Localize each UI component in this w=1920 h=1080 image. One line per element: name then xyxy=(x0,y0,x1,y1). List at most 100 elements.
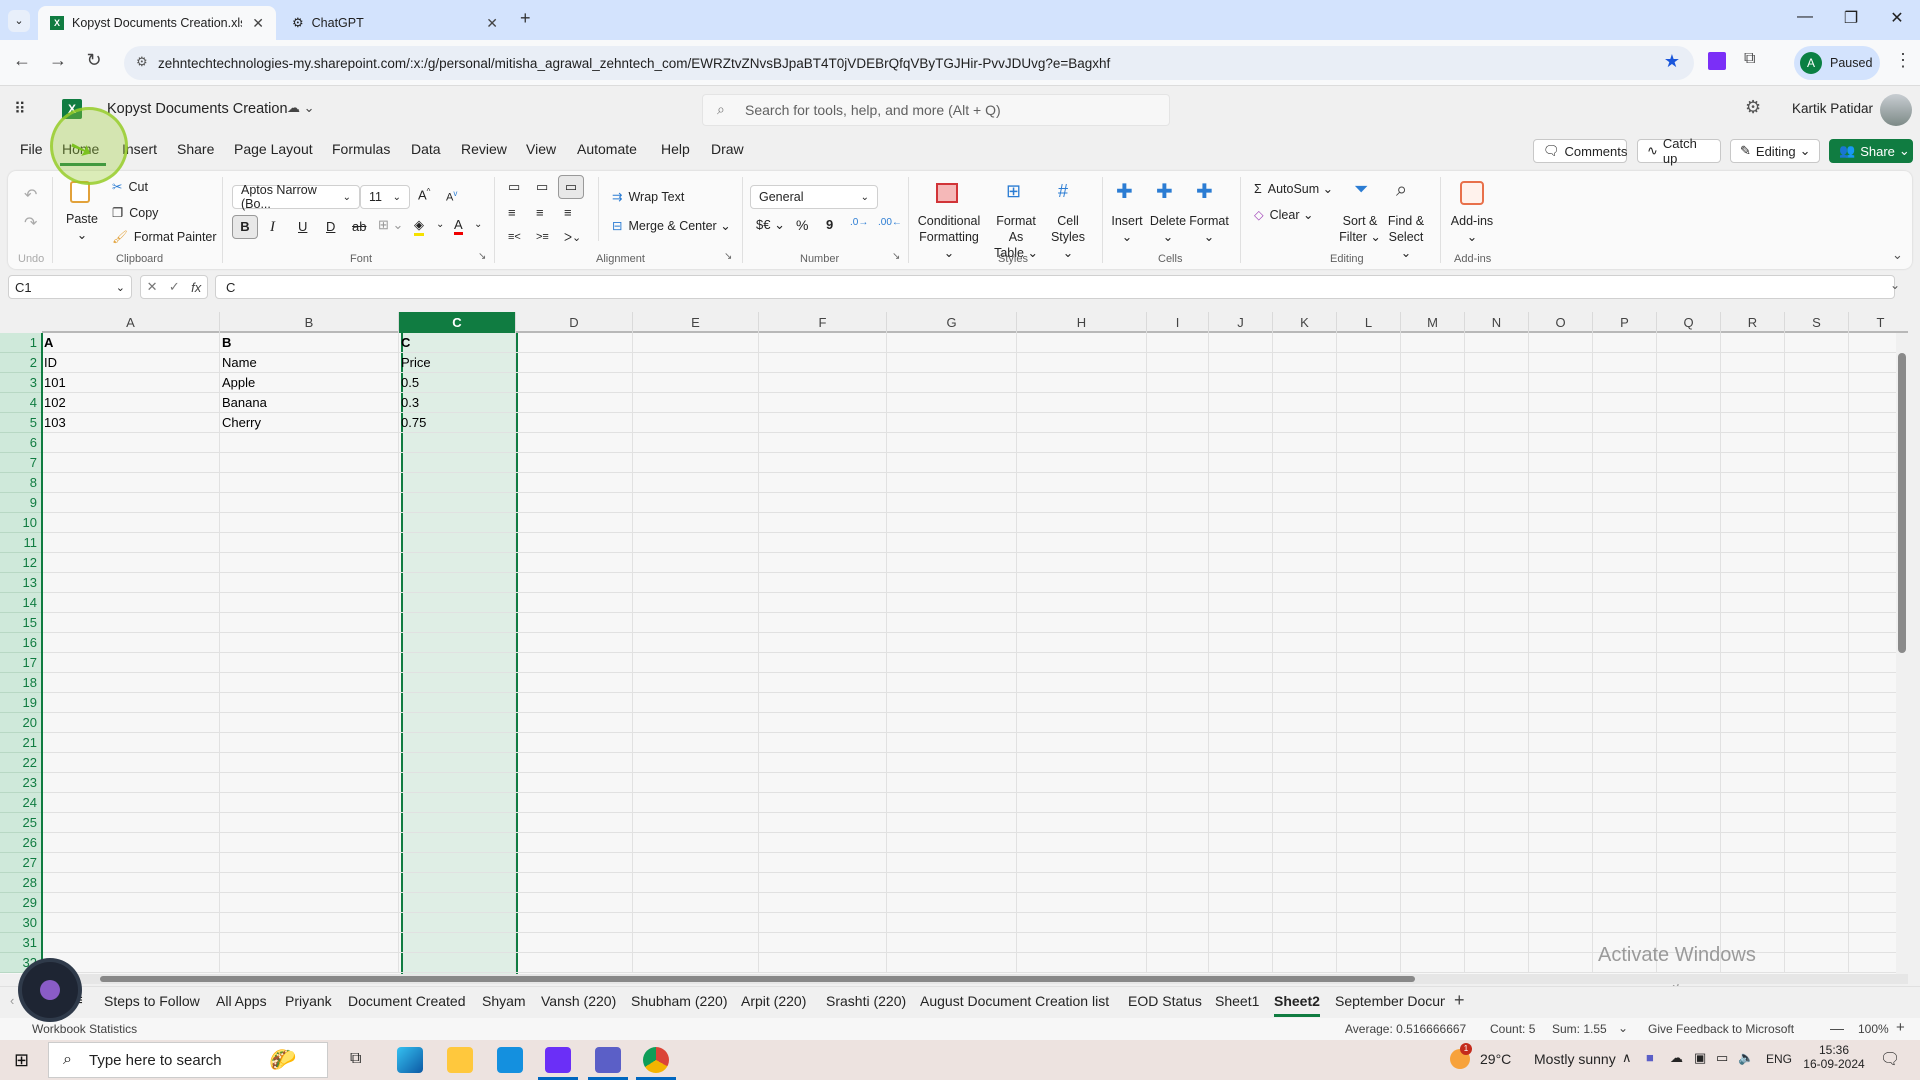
cell-f26[interactable] xyxy=(759,833,887,853)
cell-k20[interactable] xyxy=(1273,713,1337,733)
format-cells-icon[interactable]: ✚ xyxy=(1196,179,1213,204)
cell-l19[interactable] xyxy=(1337,693,1401,713)
cell-l16[interactable] xyxy=(1337,633,1401,653)
cell-m8[interactable] xyxy=(1401,473,1465,493)
expand-formula-bar-icon[interactable]: ⌄ xyxy=(1890,278,1900,292)
cell-i8[interactable] xyxy=(1147,473,1209,493)
clock[interactable]: 15:36 16-09-2024 xyxy=(1802,1043,1866,1071)
cell-b14[interactable] xyxy=(220,593,399,613)
merge-center-button[interactable]: ⊟ Merge & Center ⌄ xyxy=(612,218,731,233)
cell-j10[interactable] xyxy=(1209,513,1273,533)
cell-i9[interactable] xyxy=(1147,493,1209,513)
cell-r27[interactable] xyxy=(1721,853,1785,873)
cell-l24[interactable] xyxy=(1337,793,1401,813)
power-automate-icon[interactable] xyxy=(545,1047,571,1073)
delete-cells-button[interactable]: Delete ⌄ xyxy=(1148,213,1188,245)
reload-button[interactable]: ↻ xyxy=(82,50,106,71)
select-all-corner[interactable] xyxy=(0,312,42,333)
cell-d12[interactable] xyxy=(516,553,633,573)
cell-k21[interactable] xyxy=(1273,733,1337,753)
cell-m30[interactable] xyxy=(1401,913,1465,933)
cell-s23[interactable] xyxy=(1785,773,1849,793)
cell-k32[interactable] xyxy=(1273,953,1337,973)
feedback-link[interactable]: Give Feedback to Microsoft xyxy=(1648,1022,1794,1036)
cell-a6[interactable] xyxy=(42,433,220,453)
cell-g17[interactable] xyxy=(887,653,1017,673)
weather-temp[interactable]: 29°C xyxy=(1480,1051,1511,1067)
cell-f18[interactable] xyxy=(759,673,887,693)
cell-b10[interactable] xyxy=(220,513,399,533)
cell-n25[interactable] xyxy=(1465,813,1529,833)
cell-o4[interactable] xyxy=(1529,393,1593,413)
cell-i11[interactable] xyxy=(1147,533,1209,553)
cell-b23[interactable] xyxy=(220,773,399,793)
cell-l8[interactable] xyxy=(1337,473,1401,493)
cell-j18[interactable] xyxy=(1209,673,1273,693)
cell-h10[interactable] xyxy=(1017,513,1147,533)
cell-j12[interactable] xyxy=(1209,553,1273,573)
camera-icon[interactable]: ▣ xyxy=(1694,1050,1706,1066)
column-header-r[interactable]: R xyxy=(1721,312,1785,333)
cell-q8[interactable] xyxy=(1657,473,1721,493)
cell-d10[interactable] xyxy=(516,513,633,533)
cell-l23[interactable] xyxy=(1337,773,1401,793)
cell-f4[interactable] xyxy=(759,393,887,413)
cell-j7[interactable] xyxy=(1209,453,1273,473)
cell-m20[interactable] xyxy=(1401,713,1465,733)
cell-p28[interactable] xyxy=(1593,873,1657,893)
paste-button[interactable]: Paste ⌄ xyxy=(64,211,100,243)
cell-j30[interactable] xyxy=(1209,913,1273,933)
cell-f32[interactable] xyxy=(759,953,887,973)
align-left-icon[interactable]: ≡ xyxy=(508,205,516,220)
cell-j20[interactable] xyxy=(1209,713,1273,733)
cell-s8[interactable] xyxy=(1785,473,1849,493)
cell-p3[interactable] xyxy=(1593,373,1657,393)
cell-a10[interactable] xyxy=(42,513,220,533)
cell-c29[interactable] xyxy=(399,893,516,913)
cell-q9[interactable] xyxy=(1657,493,1721,513)
cell-a4[interactable]: 102 xyxy=(42,393,220,413)
extension-icon[interactable] xyxy=(1708,52,1726,70)
cell-a26[interactable] xyxy=(42,833,220,853)
cell-o14[interactable] xyxy=(1529,593,1593,613)
cell-r10[interactable] xyxy=(1721,513,1785,533)
cell-c23[interactable] xyxy=(399,773,516,793)
cell-e17[interactable] xyxy=(633,653,759,673)
cell-c5[interactable]: 0.75 xyxy=(399,413,516,433)
cell-q17[interactable] xyxy=(1657,653,1721,673)
cell-c22[interactable] xyxy=(399,753,516,773)
cell-s11[interactable] xyxy=(1785,533,1849,553)
column-header-j[interactable]: J xyxy=(1209,312,1273,333)
cell-o20[interactable] xyxy=(1529,713,1593,733)
cell-styles-button[interactable]: Cell Styles ⌄ xyxy=(1046,213,1090,261)
cell-r29[interactable] xyxy=(1721,893,1785,913)
bottom-align-icon[interactable]: ▭ xyxy=(558,175,584,199)
cell-j21[interactable] xyxy=(1209,733,1273,753)
cell-c24[interactable] xyxy=(399,793,516,813)
font-name-dropdown[interactable]: Aptos Narrow (Bo... ⌄ xyxy=(232,183,360,211)
cell-b18[interactable] xyxy=(220,673,399,693)
cell-n22[interactable] xyxy=(1465,753,1529,773)
font-dialog-launcher-icon[interactable]: ↘ xyxy=(478,251,486,262)
cell-p24[interactable] xyxy=(1593,793,1657,813)
cell-h6[interactable] xyxy=(1017,433,1147,453)
column-header-o[interactable]: O xyxy=(1529,312,1593,333)
cell-a2[interactable]: ID xyxy=(42,353,220,373)
cell-j25[interactable] xyxy=(1209,813,1273,833)
cell-g31[interactable] xyxy=(887,933,1017,953)
cell-f16[interactable] xyxy=(759,633,887,653)
cell-i10[interactable] xyxy=(1147,513,1209,533)
cell-r24[interactable] xyxy=(1721,793,1785,813)
cell-k10[interactable] xyxy=(1273,513,1337,533)
cell-k24[interactable] xyxy=(1273,793,1337,813)
cell-f20[interactable] xyxy=(759,713,887,733)
cell-l9[interactable] xyxy=(1337,493,1401,513)
cell-b26[interactable] xyxy=(220,833,399,853)
cell-m1[interactable] xyxy=(1401,333,1465,353)
cell-b16[interactable] xyxy=(220,633,399,653)
cell-j15[interactable] xyxy=(1209,613,1273,633)
browser-tab-chatgpt[interactable]: ⚙ ChatGPT ✕ xyxy=(280,6,510,40)
cell-i24[interactable] xyxy=(1147,793,1209,813)
row-header[interactable]: 25 xyxy=(0,813,41,833)
cell-q10[interactable] xyxy=(1657,513,1721,533)
